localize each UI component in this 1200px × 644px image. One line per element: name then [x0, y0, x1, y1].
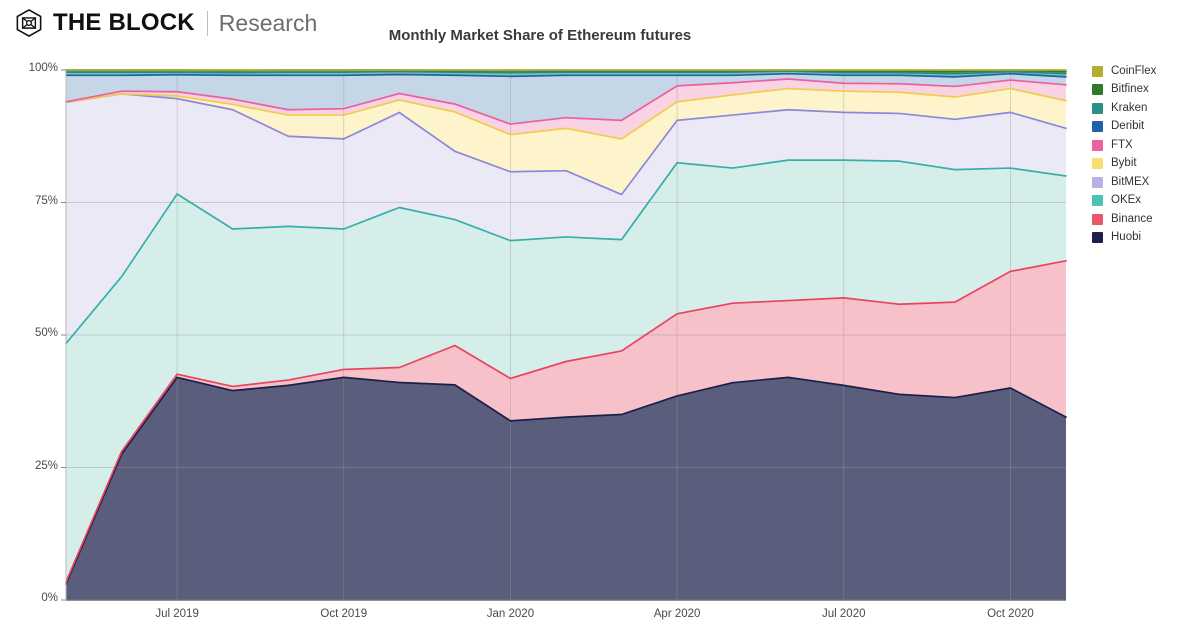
legend-swatch-icon	[1092, 195, 1103, 207]
x-tick-label: Apr 2020	[653, 608, 701, 620]
y-tick-label: 100%	[28, 62, 58, 74]
legend-label: OKEx	[1111, 194, 1142, 206]
legend-item-binance[interactable]: Binance	[1092, 210, 1196, 229]
legend-swatch-icon	[1092, 158, 1103, 170]
legend-item-bitmex[interactable]: BitMEX	[1092, 173, 1196, 192]
x-tick-label: Oct 2019	[320, 608, 368, 620]
stacked-area-chart: 0% 25% 50% 75% 100% Jul 2019 Oct 2019 Jan 2020 A…	[0, 0, 1080, 644]
y-tick-label: 0%	[41, 592, 58, 604]
legend-swatch-icon	[1092, 213, 1103, 225]
legend-item-ftx[interactable]: FTX	[1092, 136, 1196, 155]
legend-label: BitMEX	[1111, 175, 1150, 188]
legend-swatch-icon	[1092, 176, 1103, 188]
legend-item-coinflex[interactable]: CoinFlex	[1092, 62, 1196, 81]
legend-label: FTX	[1111, 138, 1133, 151]
legend-item-bybit[interactable]: Bybit	[1092, 155, 1196, 174]
y-tick-label: 75%	[34, 194, 58, 207]
legend-label: Huobi	[1111, 231, 1142, 243]
legend-label: Binance	[1111, 212, 1153, 225]
legend-swatch-icon	[1092, 139, 1103, 151]
legend-swatch-icon	[1092, 232, 1103, 244]
x-tick-label: Jul 2019	[155, 608, 199, 620]
x-tick-label: Oct 2020	[987, 608, 1034, 620]
x-tick-label: Jul 2020	[822, 608, 866, 620]
y-tick-label: 25%	[34, 459, 58, 472]
legend-label: Deribit	[1111, 120, 1145, 132]
legend-item-okex[interactable]: OKEx	[1092, 192, 1196, 211]
legend-label: Bybit	[1111, 157, 1137, 169]
legend-label: Kraken	[1111, 101, 1148, 114]
plot-canvas	[61, 69, 1067, 601]
y-tick-label: 50%	[34, 327, 58, 339]
legend-item-deribit[interactable]: Deribit	[1092, 118, 1196, 137]
legend-label: CoinFlex	[1111, 64, 1157, 77]
legend-swatch-icon	[1092, 121, 1103, 133]
legend-swatch-icon	[1092, 65, 1103, 77]
chart-legend: CoinFlex Bitfinex Kraken Deribit FTX Bybit Bit…	[1092, 62, 1196, 247]
legend-item-huobi[interactable]: Huobi	[1092, 229, 1196, 248]
legend-item-bitfinex[interactable]: Bitfinex	[1092, 81, 1196, 100]
legend-swatch-icon	[1092, 102, 1103, 114]
x-tick-label: Jan 2020	[486, 608, 535, 620]
legend-swatch-icon	[1092, 84, 1103, 96]
legend-label: Bitfinex	[1111, 83, 1149, 95]
legend-item-kraken[interactable]: Kraken	[1092, 99, 1196, 118]
